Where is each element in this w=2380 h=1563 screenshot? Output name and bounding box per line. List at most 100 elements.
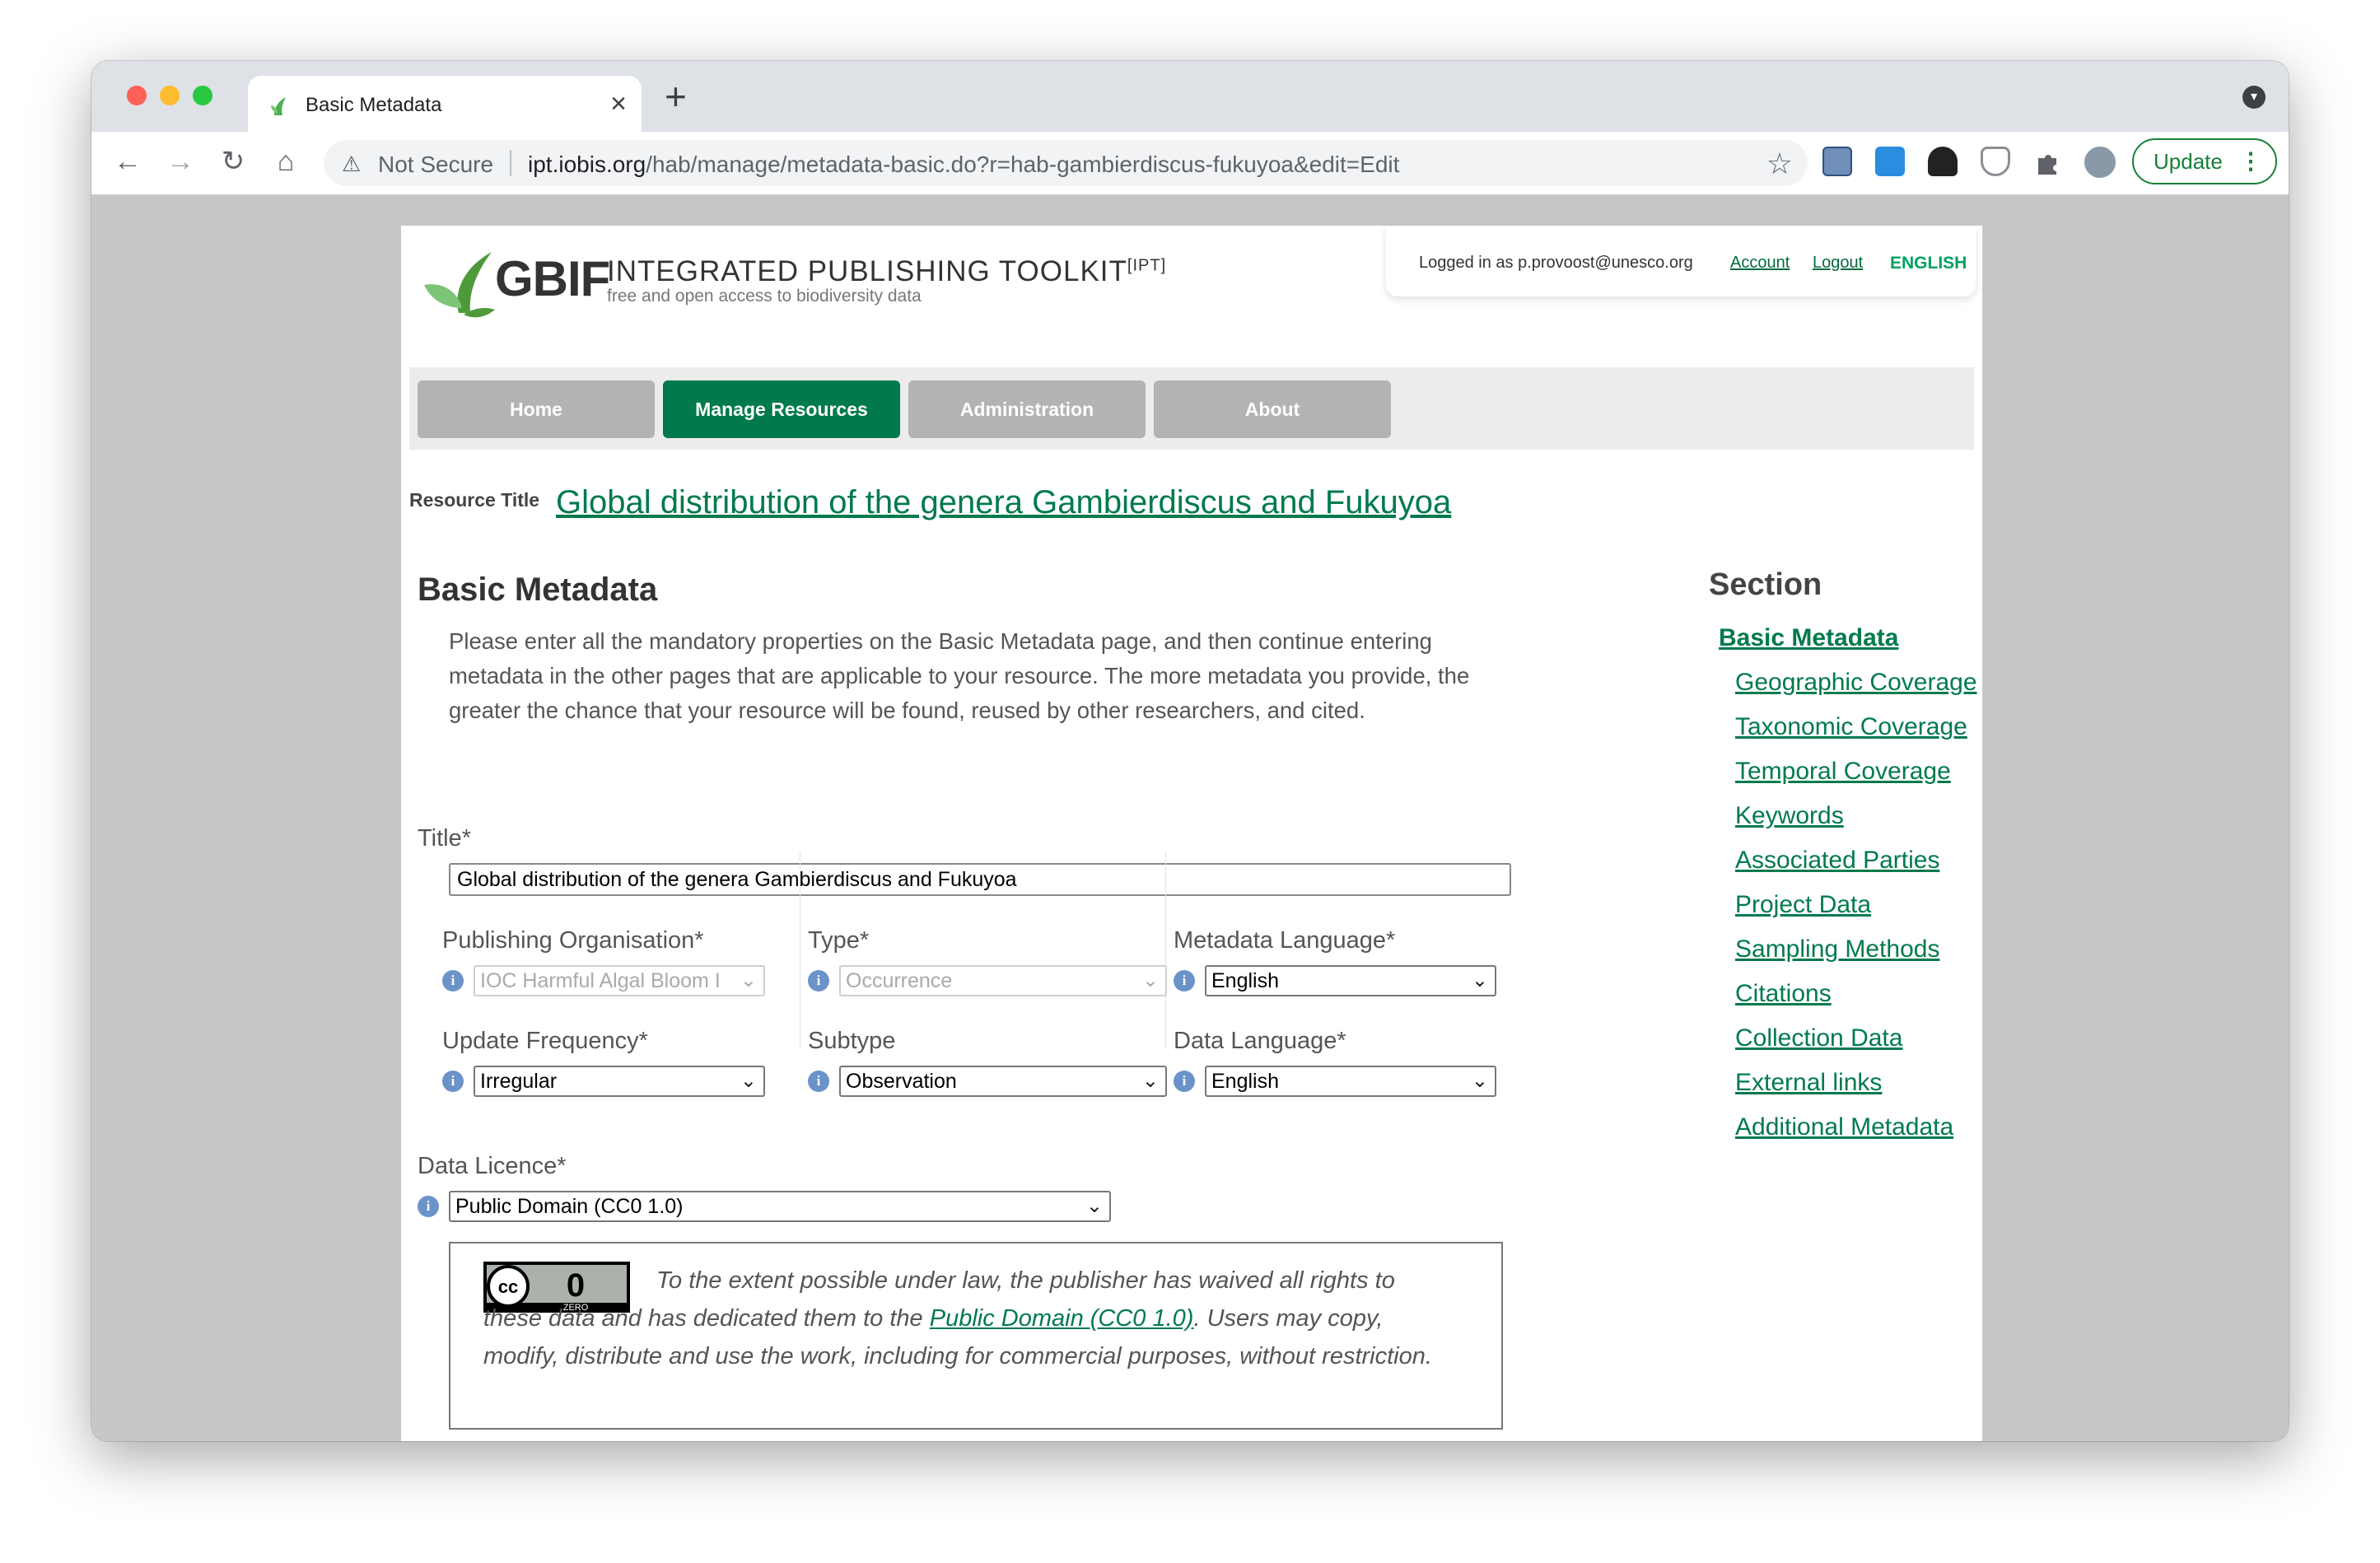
product-title: INTEGRATED PUBLISHING TOOLKIT [607,255,1127,287]
minimize-window-button[interactable] [160,86,180,105]
chevron-down-icon: ⌄ [1085,1195,1103,1217]
sidebar-item-sampling-methods[interactable]: Sampling Methods [1735,935,1939,963]
intro-text: Please enter all the mandatory propertie… [449,628,1470,723]
account-link[interactable]: Account [1730,254,1790,273]
title-label: Title* [418,825,471,851]
bookmark-star-icon[interactable]: ☆ [1766,147,1793,181]
chevron-down-icon: ⌄ [740,969,757,991]
info-icon[interactable]: i [1174,970,1195,991]
pocket-icon[interactable] [1981,147,2010,176]
url-host: ipt.iobis.org [528,152,646,177]
metadata-language-label: Metadata Language* [1174,927,1396,954]
info-icon[interactable]: i [808,1071,829,1092]
public-domain-link[interactable]: Public Domain (CC0 1.0) [930,1305,1194,1332]
sidebar-item-temporal-coverage[interactable]: Temporal Coverage [1735,758,1951,786]
extension-bookmark-icon[interactable] [1822,147,1852,176]
subtype-select[interactable]: Observation ⌄ [839,1066,1167,1097]
page-content: GBIF INTEGRATED PUBLISHING TOOLKIT[IPT] … [401,226,1982,1441]
gbif-leaf-logo-icon [424,252,495,318]
security-label[interactable]: Not Secure [378,152,493,178]
data-language-select[interactable]: English ⌄ [1205,1066,1496,1097]
chevron-down-icon: ⌄ [1141,1070,1159,1092]
chevron-down-icon: ⌄ [1141,969,1159,991]
publishing-organisation-label: Publishing Organisation* [442,927,704,954]
info-icon[interactable]: i [442,970,464,991]
chevron-down-icon: ⌄ [740,1070,757,1092]
info-icon[interactable]: i [442,1071,464,1092]
menu-dots-icon[interactable]: ⋮ [2239,140,2262,183]
column-divider [1165,851,1166,1049]
address-bar[interactable]: ⚠ Not Secure ipt.iobis.org/hab/manage/me… [324,140,1808,186]
reload-icon[interactable]: ↻ [217,145,250,178]
publishing-organisation-value: IOC Harmful Algal Bloom I [480,969,721,992]
extension-spy-icon[interactable] [1928,147,1958,176]
menu-manage-resources[interactable]: Manage Resources [663,380,900,438]
info-icon[interactable]: i [418,1196,439,1217]
sidebar-item-project-data[interactable]: Project Data [1735,891,1871,919]
subtype-label: Subtype [808,1028,896,1054]
url-path: /hab/manage/metadata-basic.do?r=hab-gamb… [646,152,1400,177]
publishing-organisation-select: IOC Harmful Algal Bloom I ⌄ [474,965,765,996]
metadata-language-value: English [1211,969,1279,992]
sidebar-item-citations[interactable]: Citations [1735,980,1832,1008]
browser-toolbar: ← → ↻ ⌂ ⚠ Not Secure ipt.iobis.org/hab/m… [91,132,2289,195]
maximize-window-button[interactable] [193,86,212,105]
subtype-value: Observation [846,1070,957,1093]
product-abbr: [IPT] [1127,256,1167,275]
update-label: Update [2154,149,2223,174]
close-window-button[interactable] [127,86,147,105]
sidebar-item-associated-parties[interactable]: Associated Parties [1735,847,1939,875]
back-icon[interactable]: ← [111,145,144,178]
update-frequency-label: Update Frequency* [442,1028,648,1054]
language-selector[interactable]: ENGLISH [1890,254,1967,273]
home-icon[interactable]: ⌂ [269,145,302,178]
sidebar-item-taxonomic-coverage[interactable]: Taxonomic Coverage [1735,713,1967,741]
sidebar-item-collection-data[interactable]: Collection Data [1735,1024,1902,1052]
gbif-logo-text[interactable]: GBIF [495,250,610,307]
forward-icon[interactable]: → [164,145,197,178]
type-value: Occurrence [846,969,953,992]
logged-in-text: Logged in as p.provoost@unesco.org [1419,254,1693,272]
tab-title: Basic Metadata [306,94,442,116]
warning-icon: ⚠ [342,152,362,176]
update-button[interactable]: Update ⋮ [2132,138,2277,184]
menu-administration[interactable]: Administration [908,380,1146,438]
browser-window: Basic Metadata × + ▾ ← → ↻ ⌂ ⚠ Not Secur… [91,61,2289,1441]
data-language-value: English [1211,1070,1279,1093]
data-licence-label: Data Licence* [418,1153,567,1179]
menu-about[interactable]: About [1154,380,1391,438]
gbif-favicon-icon [271,97,286,115]
profile-avatar[interactable] [2083,145,2117,180]
logout-link[interactable]: Logout [1813,254,1863,273]
product-name: INTEGRATED PUBLISHING TOOLKIT[IPT] [607,255,1166,288]
sidebar-item-basic-metadata[interactable]: Basic Metadata [1719,624,1898,652]
licence-description: cc 0 ZERO To the extent possible under l… [449,1242,1503,1430]
sidebar-item-external-links[interactable]: External links [1735,1069,1882,1097]
browser-tab[interactable]: Basic Metadata × [248,76,642,132]
update-frequency-select[interactable]: Irregular ⌄ [474,1066,765,1097]
tagline: free and open access to biodiversity dat… [607,287,922,306]
metadata-language-select[interactable]: English ⌄ [1205,965,1496,996]
licence-text: To the extent possible under law, the pu… [483,1262,1455,1375]
data-licence-select[interactable]: Public Domain (CC0 1.0) ⌄ [449,1191,1111,1222]
data-licence-value: Public Domain (CC0 1.0) [455,1195,684,1218]
extensions-puzzle-icon[interactable] [2033,147,2063,176]
update-frequency-value: Irregular [480,1070,558,1093]
sidebar-item-keywords[interactable]: Keywords [1735,802,1844,830]
resource-title-link[interactable]: Global distribution of the genera Gambie… [556,484,1451,521]
info-icon[interactable]: i [808,970,829,991]
sidebar-item-additional-metadata[interactable]: Additional Metadata [1735,1113,1953,1141]
chevron-down-icon: ⌄ [1471,969,1488,991]
title-input[interactable]: Global distribution of the genera Gambie… [449,863,1511,896]
tab-search-icon[interactable]: ▾ [2242,86,2266,109]
new-tab-button[interactable]: + [665,77,687,115]
tab-close-icon[interactable]: × [610,87,627,120]
url-text[interactable]: ipt.iobis.org/hab/manage/metadata-basic.… [528,152,1399,178]
type-label: Type* [808,927,870,954]
menu-home[interactable]: Home [418,380,655,438]
chevron-down-icon: ⌄ [1471,1070,1488,1092]
sidebar-item-geographic-coverage[interactable]: Geographic Coverage [1735,669,1977,697]
info-icon[interactable]: i [1174,1071,1195,1092]
extension-window-icon[interactable] [1875,147,1905,176]
omnibox-divider [510,150,511,176]
